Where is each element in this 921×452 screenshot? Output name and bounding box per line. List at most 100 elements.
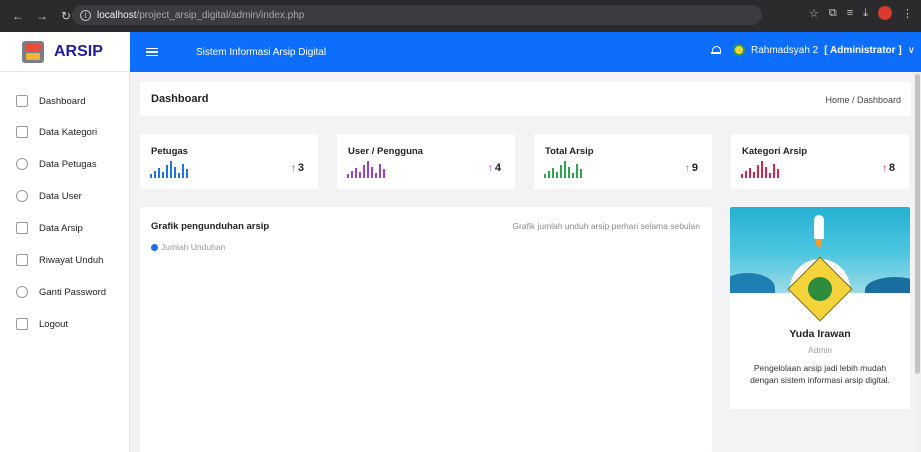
top-navbar: Sistem Informasi Arsip Digital Rahmadsya… xyxy=(130,32,921,72)
info-icon[interactable]: i xyxy=(80,9,91,21)
sidebar-item-label: Data Arsip xyxy=(39,222,83,234)
user-menu[interactable]: Rahmadsyah 2 [ Administrator ] ∨ xyxy=(710,44,915,56)
url-host: localhost xyxy=(97,9,137,21)
icon-bar xyxy=(150,174,152,178)
url-path: /project_arsip_digital/admin/index.php xyxy=(136,9,305,21)
sidebar-item-label: Dashboard xyxy=(39,95,86,107)
icon-bar xyxy=(379,164,381,178)
logout-icon xyxy=(16,318,28,330)
chevron-down-icon[interactable]: ∨ xyxy=(908,45,915,56)
user-role: [ Administrator ] xyxy=(824,44,902,56)
icon-bar xyxy=(359,172,361,178)
icon-bar xyxy=(371,167,373,178)
sidebar-item-label: Data Petugas xyxy=(39,158,97,170)
arrow-left-icon[interactable]: ← xyxy=(8,6,28,26)
icon-bar xyxy=(576,164,578,178)
stat-card-total-arsip[interactable]: Total Arsip ↑ 9 xyxy=(534,134,712,189)
icon-bar xyxy=(749,168,751,178)
stat-value: ↑ 8 xyxy=(882,162,895,174)
arrow-up-icon: ↑ xyxy=(487,163,493,174)
sidebar-item-riwayat-unduh[interactable]: Riwayat Unduh xyxy=(16,254,103,266)
profile-avatar-icon[interactable] xyxy=(878,6,892,20)
sidebar-item-ganti-password[interactable]: Ganti Password xyxy=(16,286,106,298)
stat-label: User / Pengguna xyxy=(348,146,423,157)
stat-card-kategori-arsip[interactable]: Kategori Arsip ↑ 8 xyxy=(731,134,909,189)
extensions-icon[interactable]: ⧉ xyxy=(829,7,837,20)
icon-bar xyxy=(556,172,558,178)
lock-icon xyxy=(16,286,28,298)
sidebar-item-data-petugas[interactable]: Data Petugas xyxy=(16,158,97,170)
icon-bar xyxy=(769,173,771,178)
queue-icon[interactable]: ≡ xyxy=(847,7,853,19)
icon-bar xyxy=(367,161,369,178)
archive-box-icon xyxy=(22,40,44,63)
scrollbar-thumb[interactable] xyxy=(915,74,920,374)
breadcrumb[interactable]: Home / Dashboard xyxy=(825,95,901,105)
chart-canvas xyxy=(151,259,701,444)
arrow-right-icon[interactable]: → xyxy=(32,6,52,26)
icon-bar xyxy=(765,167,767,178)
stat-label: Kategori Arsip xyxy=(742,146,808,157)
sidebar-item-label: Ganti Password xyxy=(39,286,107,298)
chart-title: Grafik pengunduhan arsip xyxy=(151,221,270,232)
download-chart-card: Grafik pengunduhan arsip Grafik jumlah u… xyxy=(140,207,712,452)
icon-bar xyxy=(363,165,365,178)
stat-value: ↑ 9 xyxy=(685,162,698,174)
icon-bar xyxy=(745,171,747,178)
icon-bar xyxy=(383,169,385,178)
banner-hill xyxy=(865,277,910,293)
sidebar-item-label: Data User xyxy=(39,190,82,202)
sidebar-item-data-user[interactable]: Data User xyxy=(16,190,82,202)
bell-icon[interactable] xyxy=(710,44,721,56)
brand-logo[interactable]: ARSIP xyxy=(0,32,130,72)
emblem-center xyxy=(805,274,835,304)
browser-toolbar: ← → ↻ i localhost/project_arsip_digital/… xyxy=(0,0,921,32)
profile-name: Yuda Irawan xyxy=(789,328,851,340)
menu-icon[interactable]: ⋮ xyxy=(902,7,913,20)
star-icon[interactable]: ☆ xyxy=(809,7,819,20)
sidebar-item-data-kategori[interactable]: Data Kategori xyxy=(16,126,97,138)
sidebar-item-dashboard[interactable]: Dashboard xyxy=(16,95,85,107)
icon-bar xyxy=(154,171,156,178)
stat-number: 4 xyxy=(494,162,501,174)
icon-bar xyxy=(170,161,172,178)
page-scrollbar[interactable] xyxy=(914,72,921,452)
download-icon[interactable]: ⤓ xyxy=(863,7,868,20)
icon-bar xyxy=(564,161,566,178)
page-title: Dashboard xyxy=(151,93,209,105)
icon-bar xyxy=(753,172,755,178)
icon-bar xyxy=(544,174,546,178)
user-icon xyxy=(16,190,28,202)
hamburger-menu-icon[interactable] xyxy=(146,47,158,57)
sidebar-item-data-arsip[interactable]: Data Arsip xyxy=(16,222,83,234)
file-icon xyxy=(16,222,28,234)
user-icon xyxy=(16,158,28,170)
icon-bar xyxy=(186,169,188,178)
arrow-up-icon: ↑ xyxy=(290,163,296,174)
bar-chart-icon xyxy=(347,161,393,178)
icon-bar xyxy=(347,174,349,178)
page-header: Dashboard Home / Dashboard xyxy=(140,82,911,116)
stat-card-user-pengguna[interactable]: User / Pengguna ↑ 4 xyxy=(337,134,515,189)
sidebar-item-label: Riwayat Unduh xyxy=(39,254,104,266)
icon-bar xyxy=(761,161,763,178)
rocket-flame xyxy=(816,239,822,247)
browser-actions: ☆ ⧉ ≡ ⤓ ⋮ xyxy=(809,6,913,20)
bar-chart-icon xyxy=(741,161,787,178)
stat-label: Petugas xyxy=(151,146,188,157)
icon-bar xyxy=(355,168,357,178)
arrow-up-icon: ↑ xyxy=(881,163,887,174)
sidebar-item-label: Logout xyxy=(39,318,69,330)
stat-card-petugas[interactable]: Petugas ↑ 3 xyxy=(140,134,318,189)
sidebar-item-logout[interactable]: Logout xyxy=(16,318,68,330)
address-bar[interactable]: i localhost/project_arsip_digital/admin/… xyxy=(72,5,762,25)
icon-bar xyxy=(552,168,554,178)
user-name: Rahmadsyah 2 xyxy=(750,44,819,56)
stat-value: ↑ 3 xyxy=(291,162,304,174)
chart-legend[interactable]: Jumlah Unduhan xyxy=(151,242,225,252)
folder-icon xyxy=(16,126,28,138)
banner-hill xyxy=(730,273,775,293)
profile-card: Yuda Irawan Admin Pengelolaan arsip jadi… xyxy=(730,207,910,409)
icon-bar xyxy=(162,172,164,178)
bar-chart-icon xyxy=(150,161,196,178)
